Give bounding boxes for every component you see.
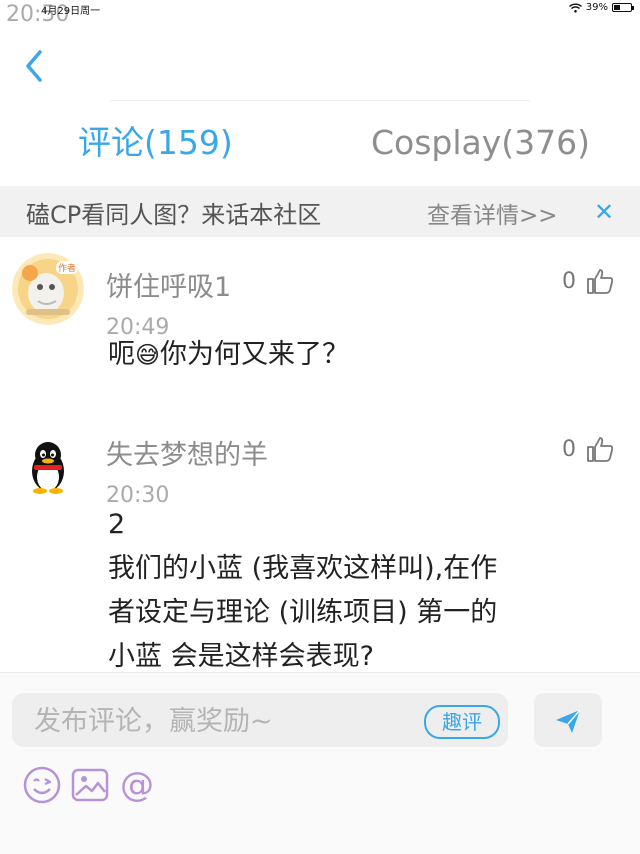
comment-line: 者设定与理论 (训练项目) 第一的 bbox=[108, 597, 498, 628]
author-badge: 作者 bbox=[56, 261, 79, 274]
avatar[interactable] bbox=[12, 429, 84, 501]
battery-percent: 39% bbox=[585, 2, 608, 13]
comment-body: 呃😅你为何又来了？ bbox=[108, 333, 608, 377]
send-icon bbox=[556, 709, 581, 733]
wifi-icon bbox=[568, 3, 582, 13]
status-date: 4月29日周一 bbox=[41, 6, 101, 17]
battery-fill bbox=[614, 5, 620, 10]
comment-time: 20:30 bbox=[106, 483, 170, 505]
thumbs-up-icon bbox=[587, 269, 614, 294]
back-button[interactable] bbox=[22, 48, 50, 84]
comment-body: 2 我们的小蓝 (我喜欢这样叫),在作 者设定与理论 (训练项目) 第一的 小蓝… bbox=[108, 503, 608, 672]
comment-input-area: 趣评 @ bbox=[0, 672, 640, 854]
battery-icon bbox=[612, 3, 634, 12]
send-button[interactable] bbox=[534, 693, 602, 747]
close-icon[interactable]: ✕ bbox=[594, 198, 614, 226]
avatar[interactable]: 作者 bbox=[12, 253, 84, 325]
comment-input[interactable] bbox=[32, 701, 396, 741]
like-count: 0 bbox=[562, 436, 576, 462]
emoji-icon bbox=[23, 766, 61, 804]
comment-line: 小蓝 会是这样会表现? bbox=[108, 641, 374, 672]
comment-username[interactable]: 饼住呼吸1 bbox=[106, 265, 231, 304]
like-button[interactable]: 0 bbox=[562, 435, 614, 463]
comment-username[interactable]: 失去梦想的羊 bbox=[106, 433, 268, 472]
image-icon bbox=[71, 768, 109, 802]
qq-penguin-avatar bbox=[12, 429, 84, 501]
sweat-smile-emoji: 😅 bbox=[135, 341, 161, 369]
comment-text-before: 呃 bbox=[108, 339, 135, 370]
chevron-left-icon bbox=[26, 50, 42, 82]
emoji-button[interactable] bbox=[22, 765, 62, 805]
tab-bar: 评论(159) Cosplay(376) bbox=[0, 118, 640, 174]
banner-text: 磕CP看同人图？来话本社区 bbox=[26, 201, 322, 229]
like-button[interactable]: 0 bbox=[562, 267, 614, 295]
comment-line: 2 bbox=[108, 509, 126, 540]
comment-list: 作者 饼住呼吸1 20:49 0 呃😅你为何又来了？ 失去梦想的羊 20:30 … bbox=[0, 237, 640, 672]
status-right: 39% bbox=[568, 2, 634, 13]
comment-input-box: 趣评 bbox=[12, 693, 508, 747]
mention-button[interactable]: @ bbox=[120, 765, 160, 805]
comment-text-after: 你为何又来了？ bbox=[160, 339, 350, 370]
image-button[interactable] bbox=[70, 765, 110, 805]
tab-comments[interactable]: 评论(159) bbox=[78, 118, 233, 168]
thumbs-up-icon bbox=[587, 437, 614, 462]
header-divider bbox=[110, 100, 530, 101]
qupin-button[interactable]: 趣评 bbox=[424, 705, 500, 739]
like-count: 0 bbox=[562, 268, 576, 294]
tab-cosplay[interactable]: Cosplay(376) bbox=[371, 118, 590, 168]
banner-details-link[interactable]: 查看详情>> bbox=[427, 196, 558, 230]
promo-banner: 磕CP看同人图？来话本社区 查看详情>> ✕ bbox=[0, 186, 640, 237]
status-bar: 20:50 4月29日周一 39% bbox=[0, 0, 640, 24]
comment-line: 我们的小蓝 (我喜欢这样叫),在作 bbox=[108, 553, 498, 584]
